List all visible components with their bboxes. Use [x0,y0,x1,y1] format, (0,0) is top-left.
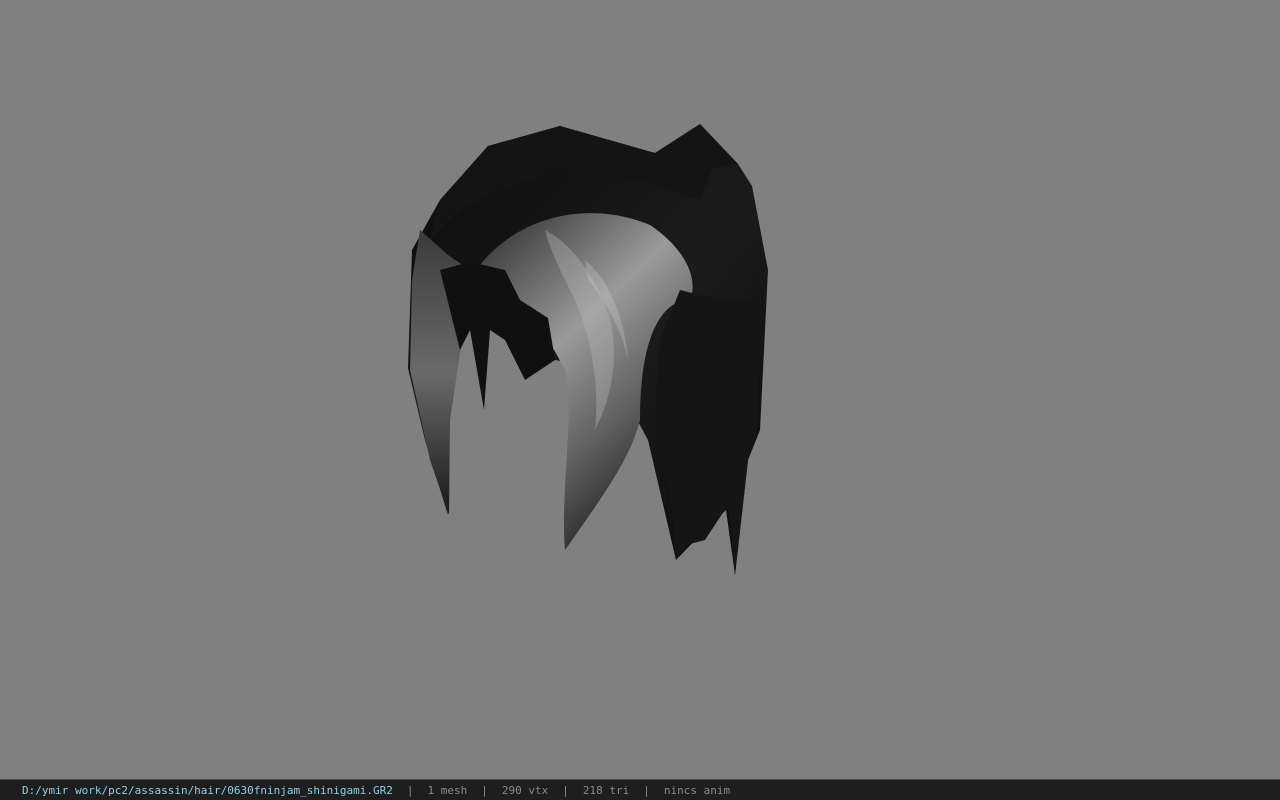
separator: | [643,783,650,797]
animation-status-label: nincs anim [663,783,731,797]
mesh-count-label: 1 mesh [427,783,468,797]
status-bar: D:/ymir work/pc2/assassin/hair/0630fninj… [0,779,1280,800]
separator: | [406,783,414,797]
vertex-count-label: 290 vtx [501,783,549,797]
separator: | [562,783,569,797]
triangle-count-label: 218 tri [582,783,630,797]
hair-mesh-model[interactable] [0,0,1280,779]
3d-viewport[interactable] [0,0,1280,779]
file-path-label: D:/ymir work/pc2/assassin/hair/0630fninj… [22,783,393,797]
separator: | [481,783,488,797]
